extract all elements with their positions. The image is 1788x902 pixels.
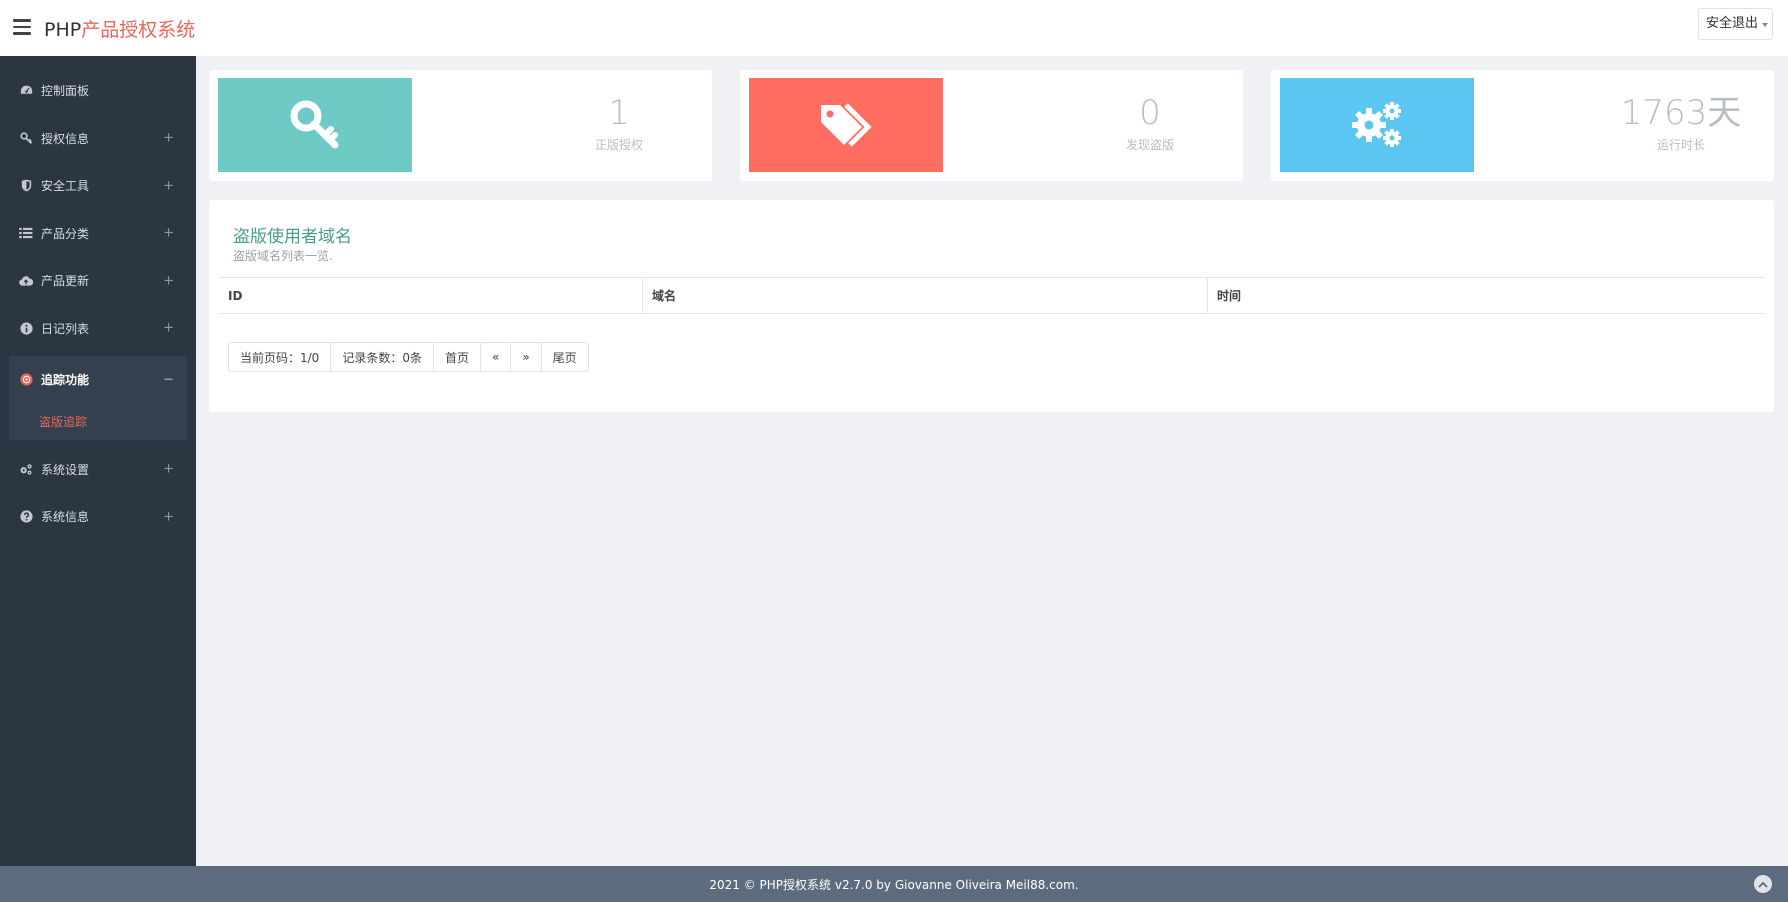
sidebar-item-label: 产品更新 bbox=[41, 274, 90, 289]
expand-icon: + bbox=[163, 509, 174, 525]
sidebar-item-product-category[interactable]: 产品分类 + bbox=[0, 210, 196, 258]
column-header-domain[interactable]: 域名 bbox=[642, 278, 1207, 313]
sidebar-item-label: 追踪功能 bbox=[41, 373, 90, 388]
stat-tile bbox=[1280, 78, 1474, 172]
sidebar-item-license-info[interactable]: 授权信息 + bbox=[0, 115, 196, 163]
key-icon bbox=[19, 131, 33, 145]
sidebar-item-security-tools[interactable]: 安全工具 + bbox=[0, 162, 196, 210]
brand-title[interactable]: PHP产品授权系统 bbox=[44, 15, 195, 42]
stat-card-piracy-found: 0 发现盗版 bbox=[740, 70, 1243, 181]
sidebar-item-label: 产品分类 bbox=[41, 226, 90, 241]
domains-table-header: ID 域名 时间 bbox=[219, 277, 1765, 314]
sidebar-item-label: 系统设置 bbox=[41, 462, 90, 477]
sidebar-item-system-settings[interactable]: 系统设置 + bbox=[0, 446, 196, 494]
stat-card-uptime: 1763天 运行时长 bbox=[1271, 70, 1774, 181]
sidebar-item-label: 系统信息 bbox=[41, 510, 90, 525]
stat-label: 发现盗版 bbox=[1125, 138, 1174, 152]
shield-icon bbox=[19, 179, 33, 193]
panel-subtitle: 盗版域名列表一览. bbox=[233, 249, 333, 263]
stat-value: 1 bbox=[608, 93, 630, 133]
expand-icon: + bbox=[163, 461, 174, 477]
piracy-domains-panel: 盗版使用者域名 盗版域名列表一览. ID 域名 时间 当前页码：1/0 记录条数… bbox=[209, 200, 1774, 412]
gears-icon bbox=[1352, 102, 1401, 147]
expand-icon: + bbox=[163, 320, 174, 336]
logout-dropdown[interactable]: 安全退出 bbox=[1697, 8, 1773, 40]
top-header: PHP产品授权系统 安全退出 bbox=[0, 0, 1788, 56]
stat-tile bbox=[749, 78, 943, 172]
pager-first-button[interactable]: 首页 bbox=[432, 343, 480, 371]
stat-value: 1763天 bbox=[1620, 93, 1742, 133]
sidebar-item-label: 控制面板 bbox=[41, 84, 90, 99]
column-header-id[interactable]: ID bbox=[219, 278, 642, 313]
sidebar-item-tracking[interactable]: 追踪功能 − bbox=[9, 356, 187, 404]
logout-label: 安全退出 bbox=[1705, 16, 1758, 31]
sidebar-item-product-update[interactable]: 产品更新 + bbox=[0, 257, 196, 305]
pager-record-count: 记录条数：0条 bbox=[330, 343, 433, 371]
question-icon bbox=[19, 510, 33, 524]
target-icon bbox=[19, 373, 33, 387]
footer-copyright: 2021 © PHP授权系统 v2.7.0 by Giovanne Olivei… bbox=[709, 877, 1079, 892]
tags-icon bbox=[821, 103, 872, 147]
scroll-to-top-button[interactable] bbox=[1754, 875, 1772, 893]
pager-last-button[interactable]: 尾页 bbox=[540, 343, 588, 371]
dashboard-icon bbox=[19, 84, 33, 98]
pager-next-button[interactable]: » bbox=[510, 343, 540, 371]
footer: 2021 © PHP授权系统 v2.7.0 by Giovanne Olivei… bbox=[0, 866, 1788, 902]
expand-icon: + bbox=[163, 178, 174, 194]
cloud-upload-icon bbox=[19, 274, 33, 288]
stat-card-licensed: 1 正版授权 bbox=[209, 70, 712, 181]
sidebar-subitem-label: 盗版追踪 bbox=[39, 415, 88, 429]
caret-down-icon bbox=[1762, 23, 1768, 27]
panel-title: 盗版使用者域名 bbox=[233, 227, 352, 247]
collapse-icon: − bbox=[163, 372, 174, 388]
sidebar-item-label: 授权信息 bbox=[41, 131, 90, 146]
hamburger-menu-icon[interactable] bbox=[13, 19, 31, 35]
key-icon bbox=[290, 100, 339, 149]
list-icon bbox=[19, 226, 33, 240]
sidebar: 控制面板 授权信息 + 安全工具 + 产品分类 + 产品更新 + 日记列表 + bbox=[0, 56, 196, 866]
sidebar-group-tracking: 追踪功能 − 盗版追踪 bbox=[9, 356, 187, 440]
pager-prev-button[interactable]: « bbox=[479, 343, 510, 371]
sidebar-item-dashboard[interactable]: 控制面板 bbox=[0, 67, 196, 115]
info-icon bbox=[19, 321, 33, 335]
brand-prefix: PHP bbox=[44, 19, 82, 41]
pager-current-page: 当前页码：1/0 bbox=[240, 350, 320, 365]
sidebar-item-log-list[interactable]: 日记列表 + bbox=[0, 305, 196, 353]
sidebar-subitem-piracy-tracking[interactable]: 盗版追踪 bbox=[9, 404, 187, 440]
sidebar-item-label: 安全工具 bbox=[41, 179, 90, 194]
stat-label: 正版授权 bbox=[594, 138, 643, 152]
chevron-up-icon bbox=[1758, 881, 1768, 888]
column-header-time[interactable]: 时间 bbox=[1207, 278, 1765, 313]
stat-value: 0 bbox=[1139, 93, 1161, 133]
stat-label: 运行时长 bbox=[1656, 138, 1705, 152]
sidebar-item-system-info[interactable]: 系统信息 + bbox=[0, 493, 196, 541]
gears-icon bbox=[19, 462, 33, 476]
sidebar-item-label: 日记列表 bbox=[41, 321, 90, 336]
pagination: 当前页码：1/0 记录条数：0条 首页 « » 尾页 bbox=[228, 342, 589, 372]
stat-tile bbox=[218, 78, 412, 172]
expand-icon: + bbox=[163, 273, 174, 289]
expand-icon: + bbox=[163, 130, 174, 146]
brand-suffix: 产品授权系统 bbox=[81, 19, 196, 41]
expand-icon: + bbox=[163, 225, 174, 241]
